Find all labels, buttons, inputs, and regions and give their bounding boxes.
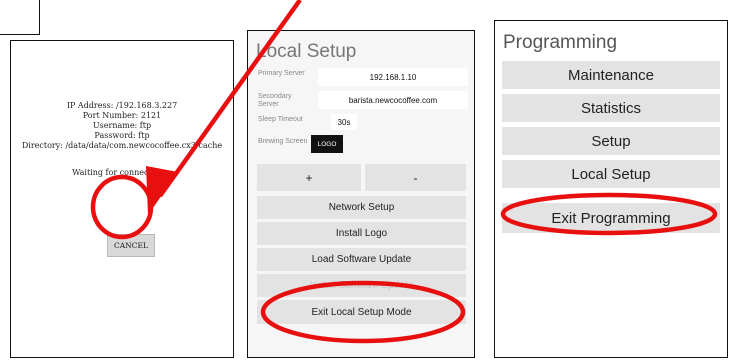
cancel-highlight-circle: [90, 174, 154, 240]
annotation-arrow: [158, 0, 302, 198]
exit-local-setup-highlight-ellipse: [260, 280, 466, 344]
exit-programming-highlight-ellipse: [500, 192, 718, 236]
annotation-overlay: [90, 0, 718, 344]
